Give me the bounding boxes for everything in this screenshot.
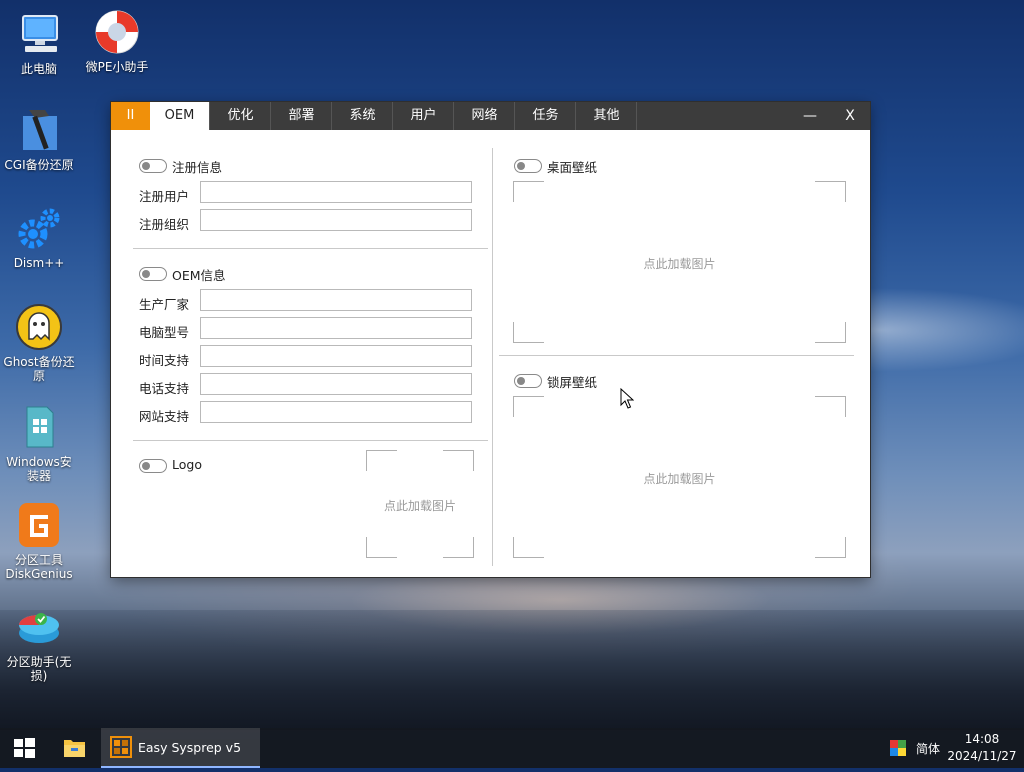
desktop-icon-label: 此电脑 bbox=[20, 62, 57, 76]
clock-time: 14:08 bbox=[964, 732, 1000, 746]
registered-org-input[interactable] bbox=[200, 209, 472, 231]
window-titlebar[interactable]: II OEM 优化 部署 系统 用户 网络 任务 其他 — X bbox=[111, 102, 870, 130]
desktop-wallpaper-load-hint: 点此加载图片 bbox=[643, 257, 716, 271]
desktop-icon-windows-installer[interactable]: Windows安装器 bbox=[1, 403, 77, 483]
desktop-icon-dism[interactable]: Dism++ bbox=[1, 204, 77, 270]
lifebuoy-icon bbox=[93, 8, 141, 56]
easy-sysprep-window: II OEM 优化 部署 系统 用户 网络 任务 其他 — X 注册信息 注册用… bbox=[111, 102, 870, 577]
taskbar: Easy Sysprep v5 简体 14:08 2024/11/27 bbox=[0, 728, 1024, 768]
lock-wallpaper-title: 锁屏壁纸 bbox=[547, 375, 598, 390]
desktop-wallpaper-title: 桌面壁纸 bbox=[547, 160, 598, 175]
tab-optimize[interactable]: 优化 bbox=[211, 102, 271, 130]
tab-other[interactable]: 其他 bbox=[577, 102, 637, 130]
minimize-button[interactable]: — bbox=[790, 102, 830, 130]
close-button[interactable]: X bbox=[830, 102, 870, 130]
desktop-wallpaper-drop[interactable]: 点此加载图片 bbox=[513, 181, 846, 343]
support-hours-input[interactable] bbox=[200, 345, 472, 367]
desktop-icon-label: CGI备份还原 bbox=[4, 158, 74, 172]
support-hours-label: 时间支持 bbox=[139, 353, 190, 368]
desktop-wallpaper-toggle[interactable] bbox=[514, 159, 542, 173]
tab-system[interactable]: 系统 bbox=[333, 102, 393, 130]
taskbar-app-label: Easy Sysprep v5 bbox=[138, 740, 242, 755]
desktop-icon-this-pc[interactable]: 此电脑 bbox=[1, 10, 77, 76]
oem-info-title: OEM信息 bbox=[172, 268, 226, 283]
partition-assistant-icon bbox=[15, 603, 63, 651]
file-explorer-button[interactable] bbox=[52, 728, 96, 768]
taskbar-easy-sysprep[interactable]: Easy Sysprep v5 bbox=[101, 728, 260, 768]
registered-user-label: 注册用户 bbox=[139, 189, 190, 204]
desktop-icon-label: Dism++ bbox=[13, 256, 65, 270]
support-url-input[interactable] bbox=[200, 401, 472, 423]
registered-org-label: 注册组织 bbox=[139, 217, 190, 232]
tab-network[interactable]: 网络 bbox=[455, 102, 515, 130]
wallpaper-sea bbox=[0, 610, 1024, 730]
desktop-icon-label: Ghost备份还原 bbox=[3, 355, 75, 383]
windows-logo-icon bbox=[14, 738, 35, 758]
desktop-icon-label: Windows安装器 bbox=[6, 455, 72, 483]
hammer-icon bbox=[15, 106, 63, 154]
lock-wallpaper-toggle[interactable] bbox=[514, 374, 542, 388]
lock-wallpaper-load-hint: 点此加载图片 bbox=[643, 472, 716, 486]
logo-load-hint: 点此加载图片 bbox=[383, 499, 456, 513]
taskbar-clock[interactable]: 14:08 2024/11/27 bbox=[944, 731, 1020, 765]
tab-deploy[interactable]: 部署 bbox=[272, 102, 332, 130]
oem-info-toggle[interactable] bbox=[139, 267, 167, 281]
mouse-cursor-icon bbox=[620, 387, 635, 414]
installer-box-icon bbox=[15, 403, 63, 451]
tab-user[interactable]: 用户 bbox=[394, 102, 454, 130]
manufacturer-input[interactable] bbox=[200, 289, 472, 311]
easy-sysprep-icon bbox=[110, 736, 132, 758]
diskgenius-icon bbox=[15, 501, 63, 549]
desktop-icon-cgi[interactable]: CGI备份还原 bbox=[1, 106, 77, 172]
logo-image-drop[interactable]: 点此加载图片 bbox=[366, 450, 474, 558]
pause-button[interactable]: II bbox=[111, 102, 150, 130]
logo-title: Logo bbox=[172, 457, 202, 472]
clock-date: 2024/11/27 bbox=[947, 749, 1017, 763]
computer-icon bbox=[15, 10, 63, 58]
oem-panel: 注册信息 注册用户 注册组织 OEM信息 生产厂家 电脑型号 时间支持 电话支持… bbox=[111, 130, 870, 577]
ime-indicator[interactable]: 简体 bbox=[916, 740, 940, 757]
start-button[interactable] bbox=[0, 728, 48, 768]
support-phone-label: 电话支持 bbox=[139, 381, 190, 396]
desktop-icon-label: 分区助手(无损) bbox=[6, 655, 72, 683]
manufacturer-label: 生产厂家 bbox=[139, 297, 190, 312]
folder-icon bbox=[64, 740, 85, 757]
tab-task[interactable]: 任务 bbox=[516, 102, 576, 130]
lock-wallpaper-drop[interactable]: 点此加载图片 bbox=[513, 396, 846, 558]
display-color-icon[interactable] bbox=[890, 740, 906, 756]
support-phone-input[interactable] bbox=[200, 373, 472, 395]
desktop-icon-label: 分区工具 DiskGenius bbox=[5, 553, 73, 581]
section-divider bbox=[133, 440, 488, 441]
registration-toggle[interactable] bbox=[139, 159, 167, 173]
registered-user-input[interactable] bbox=[200, 181, 472, 203]
desktop-icon-label: 微PE小助手 bbox=[85, 60, 149, 74]
support-url-label: 网站支持 bbox=[139, 409, 190, 424]
model-input[interactable] bbox=[200, 317, 472, 339]
tab-oem[interactable]: OEM bbox=[150, 102, 210, 130]
gear-icon bbox=[15, 204, 63, 252]
desktop-icon-diskgenius[interactable]: 分区工具 DiskGenius bbox=[1, 501, 77, 581]
desktop-icon-partition-assistant[interactable]: 分区助手(无损) bbox=[1, 603, 77, 683]
ghost-icon bbox=[15, 303, 63, 351]
logo-toggle[interactable] bbox=[139, 459, 167, 473]
desktop-icon-wepe-helper[interactable]: 微PE小助手 bbox=[79, 8, 155, 74]
registration-title: 注册信息 bbox=[172, 160, 223, 175]
section-divider bbox=[499, 355, 854, 356]
section-divider bbox=[133, 248, 488, 249]
model-label: 电脑型号 bbox=[139, 325, 190, 340]
desktop-icon-ghost[interactable]: Ghost备份还原 bbox=[1, 303, 77, 383]
